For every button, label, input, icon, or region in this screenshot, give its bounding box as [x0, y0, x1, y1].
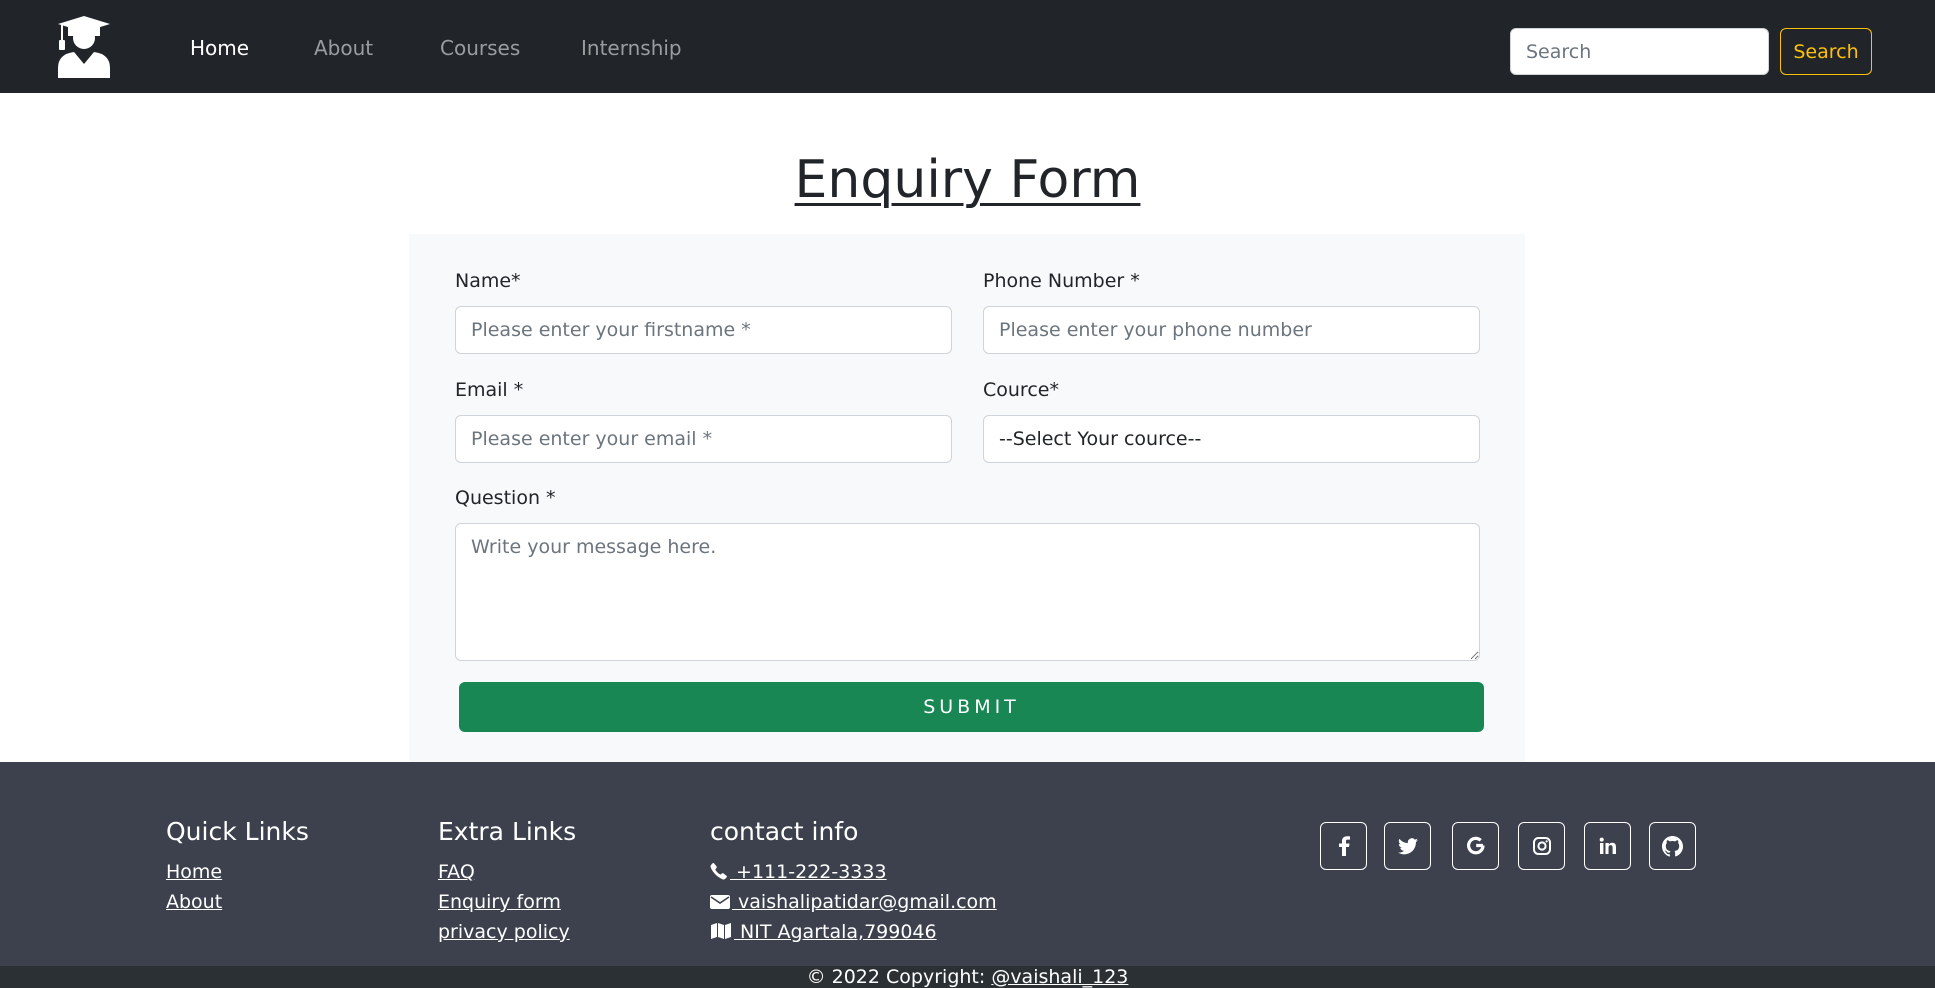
question-label: Question *	[455, 487, 556, 509]
footer-link-home[interactable]: Home	[166, 861, 222, 883]
contact-phone-link[interactable]: +111-222-3333	[710, 861, 887, 883]
linkedin-button[interactable]	[1584, 822, 1631, 870]
contact-email-link[interactable]: vaishalipatidar@gmail.com	[710, 891, 997, 913]
phone-field[interactable]	[983, 306, 1480, 354]
page-title: Enquiry Form	[794, 150, 1141, 210]
nav-link-about[interactable]: About	[314, 36, 373, 60]
contact-phone: +111-222-3333	[730, 861, 887, 883]
contact-address: NIT Agartala,799046	[734, 921, 937, 943]
search-input[interactable]	[1510, 28, 1769, 75]
copyright-link[interactable]: @vaishali_123	[991, 966, 1128, 988]
copyright-text: © 2022 Copyright:	[806, 966, 992, 988]
contact-email: vaishalipatidar@gmail.com	[732, 891, 997, 913]
github-icon	[1662, 835, 1683, 857]
instagram-icon	[1532, 837, 1551, 855]
course-select[interactable]: --Select Your cource--	[983, 415, 1480, 463]
quick-links-heading: Quick Links	[166, 817, 309, 846]
footer-link-faq[interactable]: FAQ	[438, 861, 475, 883]
google-button[interactable]	[1452, 822, 1499, 870]
nav-link-home[interactable]: Home	[190, 36, 249, 60]
course-select-value: --Select Your cource--	[999, 428, 1202, 450]
map-icon	[711, 923, 731, 939]
name-label: Name*	[455, 270, 521, 292]
footer-link-enquiry-form[interactable]: Enquiry form	[438, 891, 561, 913]
nav-link-internship[interactable]: Internship	[581, 36, 682, 60]
copyright-bar: © 2022 Copyright: @vaishali_123	[0, 966, 1935, 988]
name-field[interactable]	[455, 306, 952, 354]
course-label: Cource*	[983, 379, 1059, 401]
instagram-button[interactable]	[1518, 822, 1565, 870]
contact-info-heading: contact info	[710, 817, 859, 846]
phone-label: Phone Number *	[983, 270, 1140, 292]
phone-icon	[710, 862, 727, 880]
footer: Quick Links Home About Extra Links FAQ E…	[0, 762, 1935, 966]
search-button[interactable]: Search	[1780, 28, 1872, 75]
github-button[interactable]	[1649, 822, 1696, 870]
navbar: Home About Courses Internship Search	[0, 0, 1935, 93]
graduation-cap-user-icon[interactable]	[54, 14, 112, 78]
facebook-button[interactable]	[1320, 822, 1367, 870]
linkedin-icon	[1599, 837, 1616, 854]
google-icon	[1466, 836, 1485, 855]
contact-address-link[interactable]: NIT Agartala,799046	[710, 921, 937, 943]
twitter-button[interactable]	[1384, 822, 1431, 870]
envelope-icon	[710, 895, 730, 909]
question-textarea[interactable]	[455, 523, 1480, 661]
twitter-icon	[1397, 837, 1418, 854]
email-field[interactable]	[455, 415, 952, 463]
nav-link-courses[interactable]: Courses	[440, 36, 520, 60]
submit-button[interactable]: SUBMIT	[459, 682, 1484, 732]
email-label: Email *	[455, 379, 524, 401]
facebook-icon	[1338, 836, 1350, 856]
footer-link-privacy-policy[interactable]: privacy policy	[438, 921, 570, 943]
extra-links-heading: Extra Links	[438, 817, 577, 846]
footer-link-about[interactable]: About	[166, 891, 222, 913]
